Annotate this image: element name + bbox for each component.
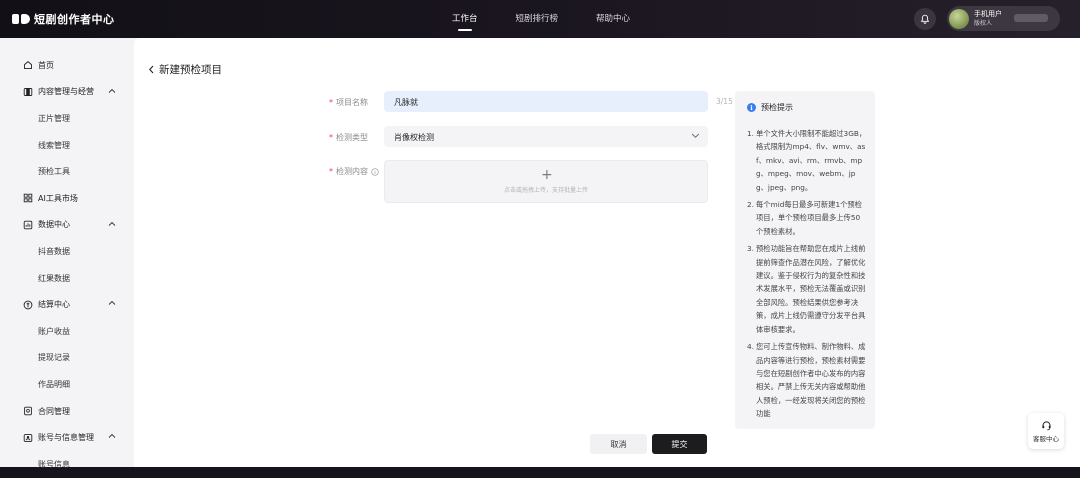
tip-number: 4. bbox=[747, 342, 754, 352]
info-circle-icon[interactable] bbox=[371, 167, 379, 176]
tip-text: 每个mid每日最多可新建1个预检项目，单个预检项目最多上传50个预检素材。 bbox=[756, 200, 862, 236]
account-icon bbox=[22, 432, 33, 443]
topnav-help-center[interactable]: 帮助中心 bbox=[596, 0, 630, 38]
required-mark: * bbox=[329, 98, 333, 107]
project-name-input[interactable]: 凡脉就 3/15 bbox=[384, 91, 733, 112]
tip-text: 单个文件大小限制不能超过3GB，格式限制为mp4、flv、wmv、asf、mkv… bbox=[756, 129, 867, 192]
user-role: 版权人 bbox=[974, 19, 993, 27]
character-counter: 3/15 bbox=[716, 97, 733, 106]
content-icon bbox=[22, 86, 33, 97]
cancel-button[interactable]: 取消 bbox=[590, 434, 647, 454]
tips-header: i 预检提示 bbox=[747, 102, 793, 113]
chevron-up-icon bbox=[108, 301, 116, 306]
required-mark: * bbox=[329, 167, 333, 176]
sidebar-item-label: AI工具市场 bbox=[38, 193, 78, 203]
tip-text: 您可上传宣传物料、制作物料、成品内容等进行预检，预检素材需要与您在短剧创作者中心… bbox=[756, 342, 866, 419]
detection-type-label-text: 检测类型 bbox=[336, 133, 368, 142]
tip-text: 预检功能旨在帮助您在成片上线前提前筛查作品潜在风险，了解优化建议。鉴于侵权行为的… bbox=[756, 244, 866, 334]
sidebar-item-home[interactable]: 首页 bbox=[0, 52, 134, 79]
headset-icon bbox=[1041, 420, 1051, 430]
project-name-label-text: 项目名称 bbox=[336, 98, 368, 107]
home-icon bbox=[22, 60, 33, 71]
tip-number: 3. bbox=[747, 244, 754, 254]
tip-number: 2. bbox=[747, 200, 754, 210]
chevron-up-icon bbox=[108, 434, 116, 439]
sidebar-item-label: 结算中心 bbox=[38, 300, 70, 310]
customer-service-button[interactable]: 客服中心 bbox=[1028, 413, 1064, 449]
data-icon bbox=[22, 219, 33, 230]
sidebar-subitem-feature-management[interactable]: 正片管理 bbox=[0, 105, 134, 132]
logo-text: 短剧创作者中心 bbox=[34, 13, 115, 26]
sidebar-item-data-center[interactable]: 数据中心 bbox=[0, 212, 134, 239]
topnav-ranking[interactable]: 短剧排行榜 bbox=[516, 0, 559, 38]
detection-type-select[interactable]: 肖像权检测 bbox=[384, 126, 708, 147]
logo[interactable]: 短剧创作者中心 bbox=[12, 11, 115, 27]
chevron-up-icon bbox=[108, 88, 116, 93]
user-name: 手机用户 bbox=[974, 9, 1002, 18]
grid-icon bbox=[22, 193, 33, 204]
settlement-icon bbox=[22, 299, 33, 310]
contract-icon bbox=[22, 406, 33, 417]
top-bar: 短剧创作者中心 工作台 短剧排行榜 帮助中心 手机用户 版权人 bbox=[0, 0, 1080, 38]
sidebar-subitem-douyin-data[interactable]: 抖音数据 bbox=[0, 238, 134, 265]
detection-content-label-text: 检测内容 bbox=[336, 167, 368, 176]
sidebar-subitem-clue-management[interactable]: 线索管理 bbox=[0, 132, 134, 159]
precheck-tips-panel: i 预检提示 1. 单个文件大小限制不能超过3GB，格式限制为mp4、flv、w… bbox=[735, 91, 875, 429]
chevron-up-icon bbox=[108, 221, 116, 226]
tips-list: 1. 单个文件大小限制不能超过3GB，格式限制为mp4、flv、wmv、asf、… bbox=[747, 127, 867, 425]
sidebar-subitem-account-earnings[interactable]: 账户收益 bbox=[0, 318, 134, 345]
sidebar-item-label: 首页 bbox=[38, 60, 54, 70]
sidebar-item-settlement[interactable]: 结算中心 bbox=[0, 291, 134, 318]
chevron-left-icon bbox=[149, 65, 154, 74]
sidebar-subitem-hongguo-data[interactable]: 红果数据 bbox=[0, 265, 134, 292]
required-mark: * bbox=[329, 133, 333, 142]
plus-icon: + bbox=[541, 167, 553, 183]
app-shell: 首页 内容管理与经营 正片管理 线索管理 预检工具 AI工具市场 数据中心 抖音… bbox=[0, 38, 1080, 469]
notification-button[interactable] bbox=[914, 8, 936, 30]
sidebar: 首页 内容管理与经营 正片管理 线索管理 预检工具 AI工具市场 数据中心 抖音… bbox=[0, 38, 134, 469]
topnav-workbench[interactable]: 工作台 bbox=[452, 0, 478, 38]
submit-button[interactable]: 提交 bbox=[652, 434, 707, 454]
page-title: 新建预检项目 bbox=[159, 64, 222, 76]
main-content: 新建预检项目 * 项目名称 凡脉就 3/15 * 检测类型 肖像权检测 * 检测… bbox=[134, 38, 1080, 467]
sidebar-subitem-work-details[interactable]: 作品明细 bbox=[0, 371, 134, 398]
logo-mark-icon bbox=[12, 14, 30, 24]
detection-type-label: * 检测类型 bbox=[329, 132, 368, 143]
redacted-user-id bbox=[1014, 14, 1048, 22]
upload-hint: 点击或拖拽上传，支持批量上传 bbox=[503, 187, 588, 194]
tip-number: 1. bbox=[747, 129, 754, 138]
chevron-down-icon bbox=[691, 133, 700, 138]
tip-item: 1. 单个文件大小限制不能超过3GB，格式限制为mp4、flv、wmv、asf、… bbox=[747, 127, 867, 194]
sidebar-subitem-account-info[interactable]: 账号信息 bbox=[0, 451, 134, 478]
detection-type-value: 肖像权检测 bbox=[394, 133, 434, 142]
back-button[interactable]: 新建预检项目 bbox=[148, 62, 222, 77]
sidebar-item-label: 数据中心 bbox=[38, 220, 70, 230]
project-name-label: * 项目名称 bbox=[329, 97, 368, 108]
tip-item: 3. 预检功能旨在帮助您在成片上线前提前筛查作品潜在风险，了解优化建议。鉴于侵权… bbox=[747, 242, 867, 336]
tips-title: 预检提示 bbox=[761, 103, 793, 112]
bell-icon bbox=[920, 14, 930, 24]
sidebar-item-account-management[interactable]: 账号与信息管理 bbox=[0, 424, 134, 451]
tip-item: 4. 您可上传宣传物料、制作物料、成品内容等进行预检，预检素材需要与您在短剧创作… bbox=[747, 340, 867, 420]
user-menu[interactable]: 手机用户 版权人 bbox=[947, 6, 1060, 31]
sidebar-item-content-management[interactable]: 内容管理与经营 bbox=[0, 79, 134, 106]
avatar bbox=[949, 8, 969, 29]
detection-content-label: * 检测内容 bbox=[329, 166, 379, 177]
sidebar-item-ai-tools[interactable]: AI工具市场 bbox=[0, 185, 134, 212]
upload-dropzone[interactable]: + 点击或拖拽上传，支持批量上传 bbox=[384, 160, 708, 203]
sidebar-item-label: 合同管理 bbox=[38, 406, 70, 416]
top-nav: 工作台 短剧排行榜 帮助中心 bbox=[452, 0, 668, 38]
tip-item: 2. 每个mid每日最多可新建1个预检项目，单个预检项目最多上传50个预检素材。 bbox=[747, 198, 867, 238]
customer-service-label: 客服中心 bbox=[1033, 434, 1059, 443]
sidebar-subitem-precheck-tool[interactable]: 预检工具 bbox=[0, 158, 134, 185]
info-icon: i bbox=[747, 103, 756, 112]
project-name-value: 凡脉就 bbox=[394, 98, 418, 107]
sidebar-item-contract-management[interactable]: 合同管理 bbox=[0, 398, 134, 425]
sidebar-subitem-withdrawal-records[interactable]: 提现记录 bbox=[0, 345, 134, 372]
sidebar-item-label: 账号与信息管理 bbox=[38, 433, 94, 443]
sidebar-item-label: 内容管理与经营 bbox=[38, 87, 94, 97]
